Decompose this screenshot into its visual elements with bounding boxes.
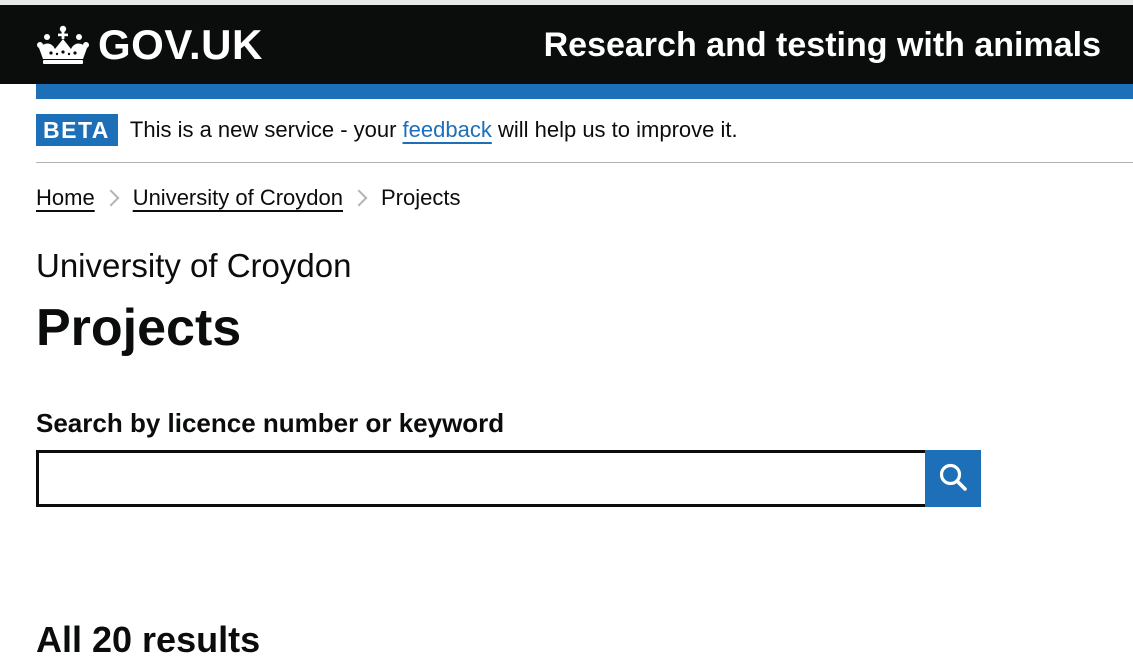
breadcrumb-establishment[interactable]: University of Croydon: [133, 182, 343, 214]
phase-banner: BETA This is a new service - your feedba…: [36, 114, 1133, 146]
phase-text-before: This is a new service - your: [129, 117, 403, 142]
logo-text: GOV.UK: [98, 21, 263, 68]
chevron-right-icon: [350, 189, 368, 207]
search-button[interactable]: [925, 450, 981, 507]
breadcrumb-current: Projects: [381, 185, 461, 210]
breadcrumb-home[interactable]: Home: [36, 182, 95, 214]
crown-icon: [36, 25, 90, 65]
site-header: GOV.UK Research and testing with animals: [0, 5, 1133, 84]
phase-tag: BETA: [36, 114, 118, 146]
page-title: Projects: [36, 299, 242, 357]
govuk-logo-link[interactable]: GOV.UK: [36, 21, 263, 69]
service-name-link[interactable]: Research and testing with animals: [544, 23, 1101, 67]
search-input[interactable]: [36, 450, 925, 507]
results-count-heading: All 20 results: [36, 619, 261, 660]
phase-banner-divider: [36, 162, 1133, 163]
breadcrumb: Home University of Croydon Projects: [36, 182, 460, 214]
phase-banner-text: This is a new service - your feedback wi…: [130, 114, 738, 146]
feedback-link[interactable]: feedback: [403, 117, 492, 142]
search-icon: [938, 462, 968, 495]
chevron-right-icon: [102, 189, 120, 207]
page-caption: University of Croydon: [36, 247, 352, 284]
search-form: [36, 450, 981, 507]
header-underline-bar: [36, 84, 1133, 99]
phase-text-after: will help us to improve it.: [491, 117, 738, 142]
search-label: Search by licence number or keyword: [36, 408, 505, 438]
